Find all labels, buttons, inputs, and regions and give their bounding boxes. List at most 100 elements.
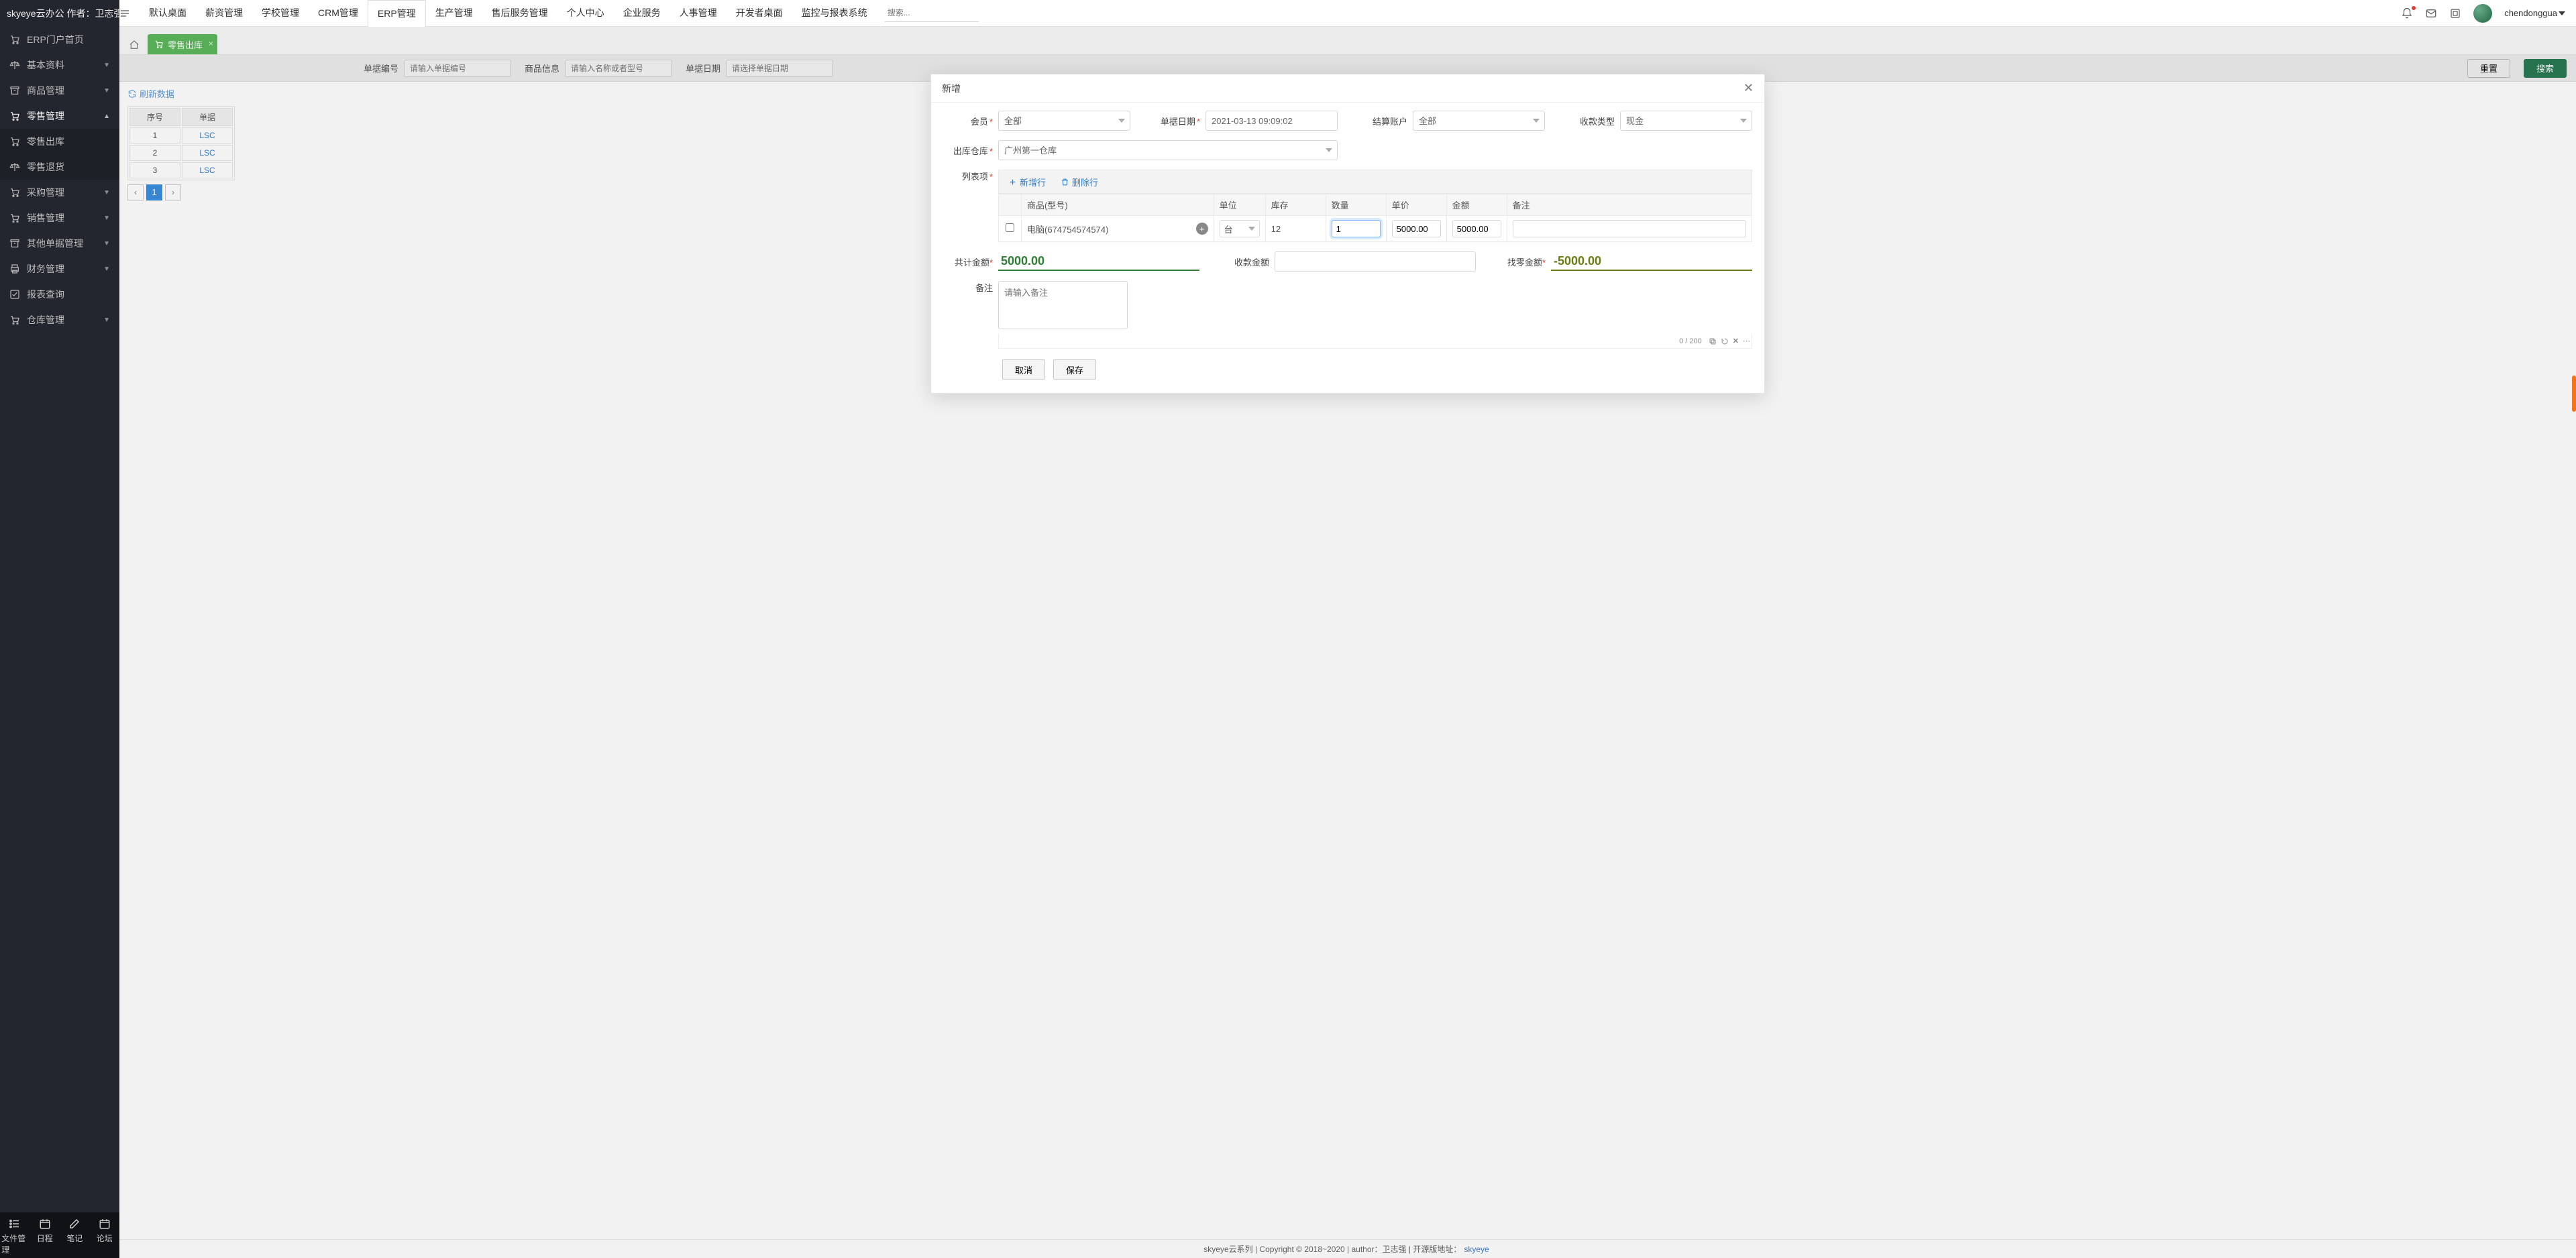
- paytype-select[interactable]: 现金: [1620, 111, 1752, 131]
- sidebar-subitem-3-1[interactable]: 零售退货: [0, 154, 119, 180]
- sidebar-subitem-3-0[interactable]: 零售出库: [0, 129, 119, 154]
- lbl-warehouse: 出库仓库: [953, 146, 988, 156]
- sidebar-item-label: 仓库管理: [27, 313, 64, 327]
- fullscreen-icon[interactable]: [2449, 7, 2461, 19]
- mail-icon[interactable]: [2425, 7, 2437, 19]
- delete-row-button[interactable]: 删除行: [1061, 176, 1098, 188]
- clear-icon[interactable]: ✕: [1733, 337, 1739, 345]
- chevron-up-icon: ▲: [103, 113, 110, 120]
- sidebar-item-label: ERP门户首页: [27, 33, 84, 46]
- global-search-input[interactable]: [885, 5, 979, 22]
- th-qty: 数量: [1326, 194, 1386, 216]
- account-select[interactable]: 全部: [1413, 111, 1545, 131]
- sidebar-item-label: 零售出库: [27, 135, 64, 148]
- sidebar-item-3[interactable]: 零售管理 ▲: [0, 103, 119, 129]
- chevron-down-icon: ▼: [103, 215, 110, 222]
- remark-counter-cur: 0: [1679, 337, 1683, 345]
- sidefooter-1[interactable]: 日程: [32, 1218, 58, 1255]
- sidebar-item-4[interactable]: 采购管理▼: [0, 180, 119, 205]
- sidefooter-label: 文件管理: [1, 1233, 28, 1255]
- topnav-item-2[interactable]: 学校管理: [252, 0, 309, 27]
- scale-icon: [9, 60, 20, 70]
- copy-icon[interactable]: [1709, 337, 1717, 345]
- lbl-paytype: 收款类型: [1580, 117, 1615, 127]
- sidebar-item-8[interactable]: 报表查询: [0, 282, 119, 307]
- sidebar-item-2[interactable]: 商品管理▼: [0, 78, 119, 103]
- sidebar-footer: 文件管理日程笔记论坛: [0, 1212, 119, 1258]
- topnav-item-9[interactable]: 人事管理: [670, 0, 727, 27]
- sidebar-item-1[interactable]: 基本资料 ▼: [0, 52, 119, 78]
- cancel-button[interactable]: 取消: [1002, 359, 1045, 380]
- username: chendonggua: [2504, 8, 2557, 18]
- row-checkbox[interactable]: [1006, 223, 1014, 232]
- sidebar-item-label: 基本资料: [27, 58, 64, 72]
- row-qty-input[interactable]: [1332, 220, 1381, 237]
- topnav-item-5[interactable]: 生产管理: [426, 0, 482, 27]
- sidebar-item-label: 商品管理: [27, 84, 64, 97]
- global-search: [885, 5, 979, 22]
- add-row-button[interactable]: 新增行: [1008, 176, 1046, 188]
- topnav-item-6[interactable]: 售后服务管理: [482, 0, 557, 27]
- brand-author-prefix: 作者：: [66, 7, 95, 20]
- avatar[interactable]: [2473, 4, 2492, 23]
- chevron-down-icon: ▼: [103, 189, 110, 196]
- sidebar-item-9[interactable]: 仓库管理 ▼: [0, 307, 119, 333]
- sidebar: ERP门户首页基本资料▼商品管理▼零售管理▲零售出库零售退货采购管理▼销售管理▼…: [0, 27, 119, 1258]
- chevron-down-icon: [1326, 148, 1332, 152]
- row-amount-input[interactable]: [1452, 220, 1501, 237]
- topnav-item-10[interactable]: 开发者桌面: [727, 0, 792, 27]
- paid-input[interactable]: [1275, 251, 1476, 272]
- remark-textarea[interactable]: [998, 281, 1128, 329]
- sidebar-item-label: 报表查询: [27, 288, 64, 301]
- product-picker-icon[interactable]: +: [1196, 223, 1208, 235]
- sidefooter-2[interactable]: 笔记: [61, 1218, 88, 1255]
- th-remark: 备注: [1507, 194, 1752, 216]
- scale-icon: [9, 162, 20, 172]
- date-input[interactable]: [1205, 111, 1338, 131]
- topnav-item-0[interactable]: 默认桌面: [140, 0, 196, 27]
- topnav-item-7[interactable]: 个人中心: [557, 0, 614, 27]
- row-remark-input[interactable]: [1513, 220, 1746, 237]
- more-icon[interactable]: ⋯: [1743, 337, 1750, 345]
- row-unit-value: 台: [1224, 223, 1233, 235]
- th-amount: 金额: [1446, 194, 1507, 216]
- sidebar-item-5[interactable]: 销售管理▼: [0, 205, 119, 231]
- account-value: 全部: [1419, 116, 1436, 126]
- sidefooter-3[interactable]: 论坛: [91, 1218, 118, 1255]
- chevron-down-icon: ▼: [103, 266, 110, 273]
- menu-toggle-icon[interactable]: [119, 8, 140, 19]
- modal-close-icon[interactable]: ✕: [1743, 81, 1754, 95]
- chevron-down-icon: ▼: [103, 317, 110, 324]
- sidebar-item-0[interactable]: ERP门户首页: [0, 27, 119, 52]
- row-price-input[interactable]: [1392, 220, 1441, 237]
- row-stock: 12: [1271, 224, 1281, 234]
- refresh-icon[interactable]: [1721, 337, 1729, 345]
- sidebar-item-label: 零售管理: [27, 109, 64, 123]
- topnav-item-11[interactable]: 监控与报表系统: [792, 0, 877, 27]
- topnav-item-1[interactable]: 薪资管理: [196, 0, 252, 27]
- topnav-item-4[interactable]: ERP管理: [368, 0, 426, 27]
- chevron-down-icon: ▼: [103, 62, 110, 69]
- save-button[interactable]: 保存: [1053, 359, 1096, 380]
- row-unit-select[interactable]: 台: [1220, 220, 1260, 237]
- modal-mask: 新增 ✕ 会员* 全部 单据日期*: [119, 27, 2576, 1258]
- topnav-item-3[interactable]: CRM管理: [309, 0, 368, 27]
- check-icon: [9, 289, 20, 300]
- brand-name: skyeye云办公: [7, 7, 64, 20]
- username-menu[interactable]: chendonggua: [2504, 8, 2565, 18]
- sidefooter-0[interactable]: 文件管理: [1, 1218, 28, 1255]
- archive-icon: [9, 238, 20, 249]
- bell-icon[interactable]: [2401, 7, 2413, 19]
- sidebar-item-6[interactable]: 其他单据管理▼: [0, 231, 119, 256]
- warehouse-value: 广州第一仓库: [1004, 146, 1057, 156]
- topnav-item-8[interactable]: 企业服务: [614, 0, 670, 27]
- top-nav: 默认桌面薪资管理学校管理CRM管理ERP管理生产管理售后服务管理个人中心企业服务…: [140, 0, 877, 27]
- lbl-member: 会员: [971, 117, 988, 127]
- sidebar-item-7[interactable]: 财务管理▼: [0, 256, 119, 282]
- warehouse-select[interactable]: 广州第一仓库: [998, 140, 1338, 160]
- cart-icon: [9, 136, 20, 147]
- member-select[interactable]: 全部: [998, 111, 1130, 131]
- plus-icon: [1008, 178, 1017, 186]
- trash-icon: [1061, 178, 1069, 186]
- th-unit: 单位: [1214, 194, 1265, 216]
